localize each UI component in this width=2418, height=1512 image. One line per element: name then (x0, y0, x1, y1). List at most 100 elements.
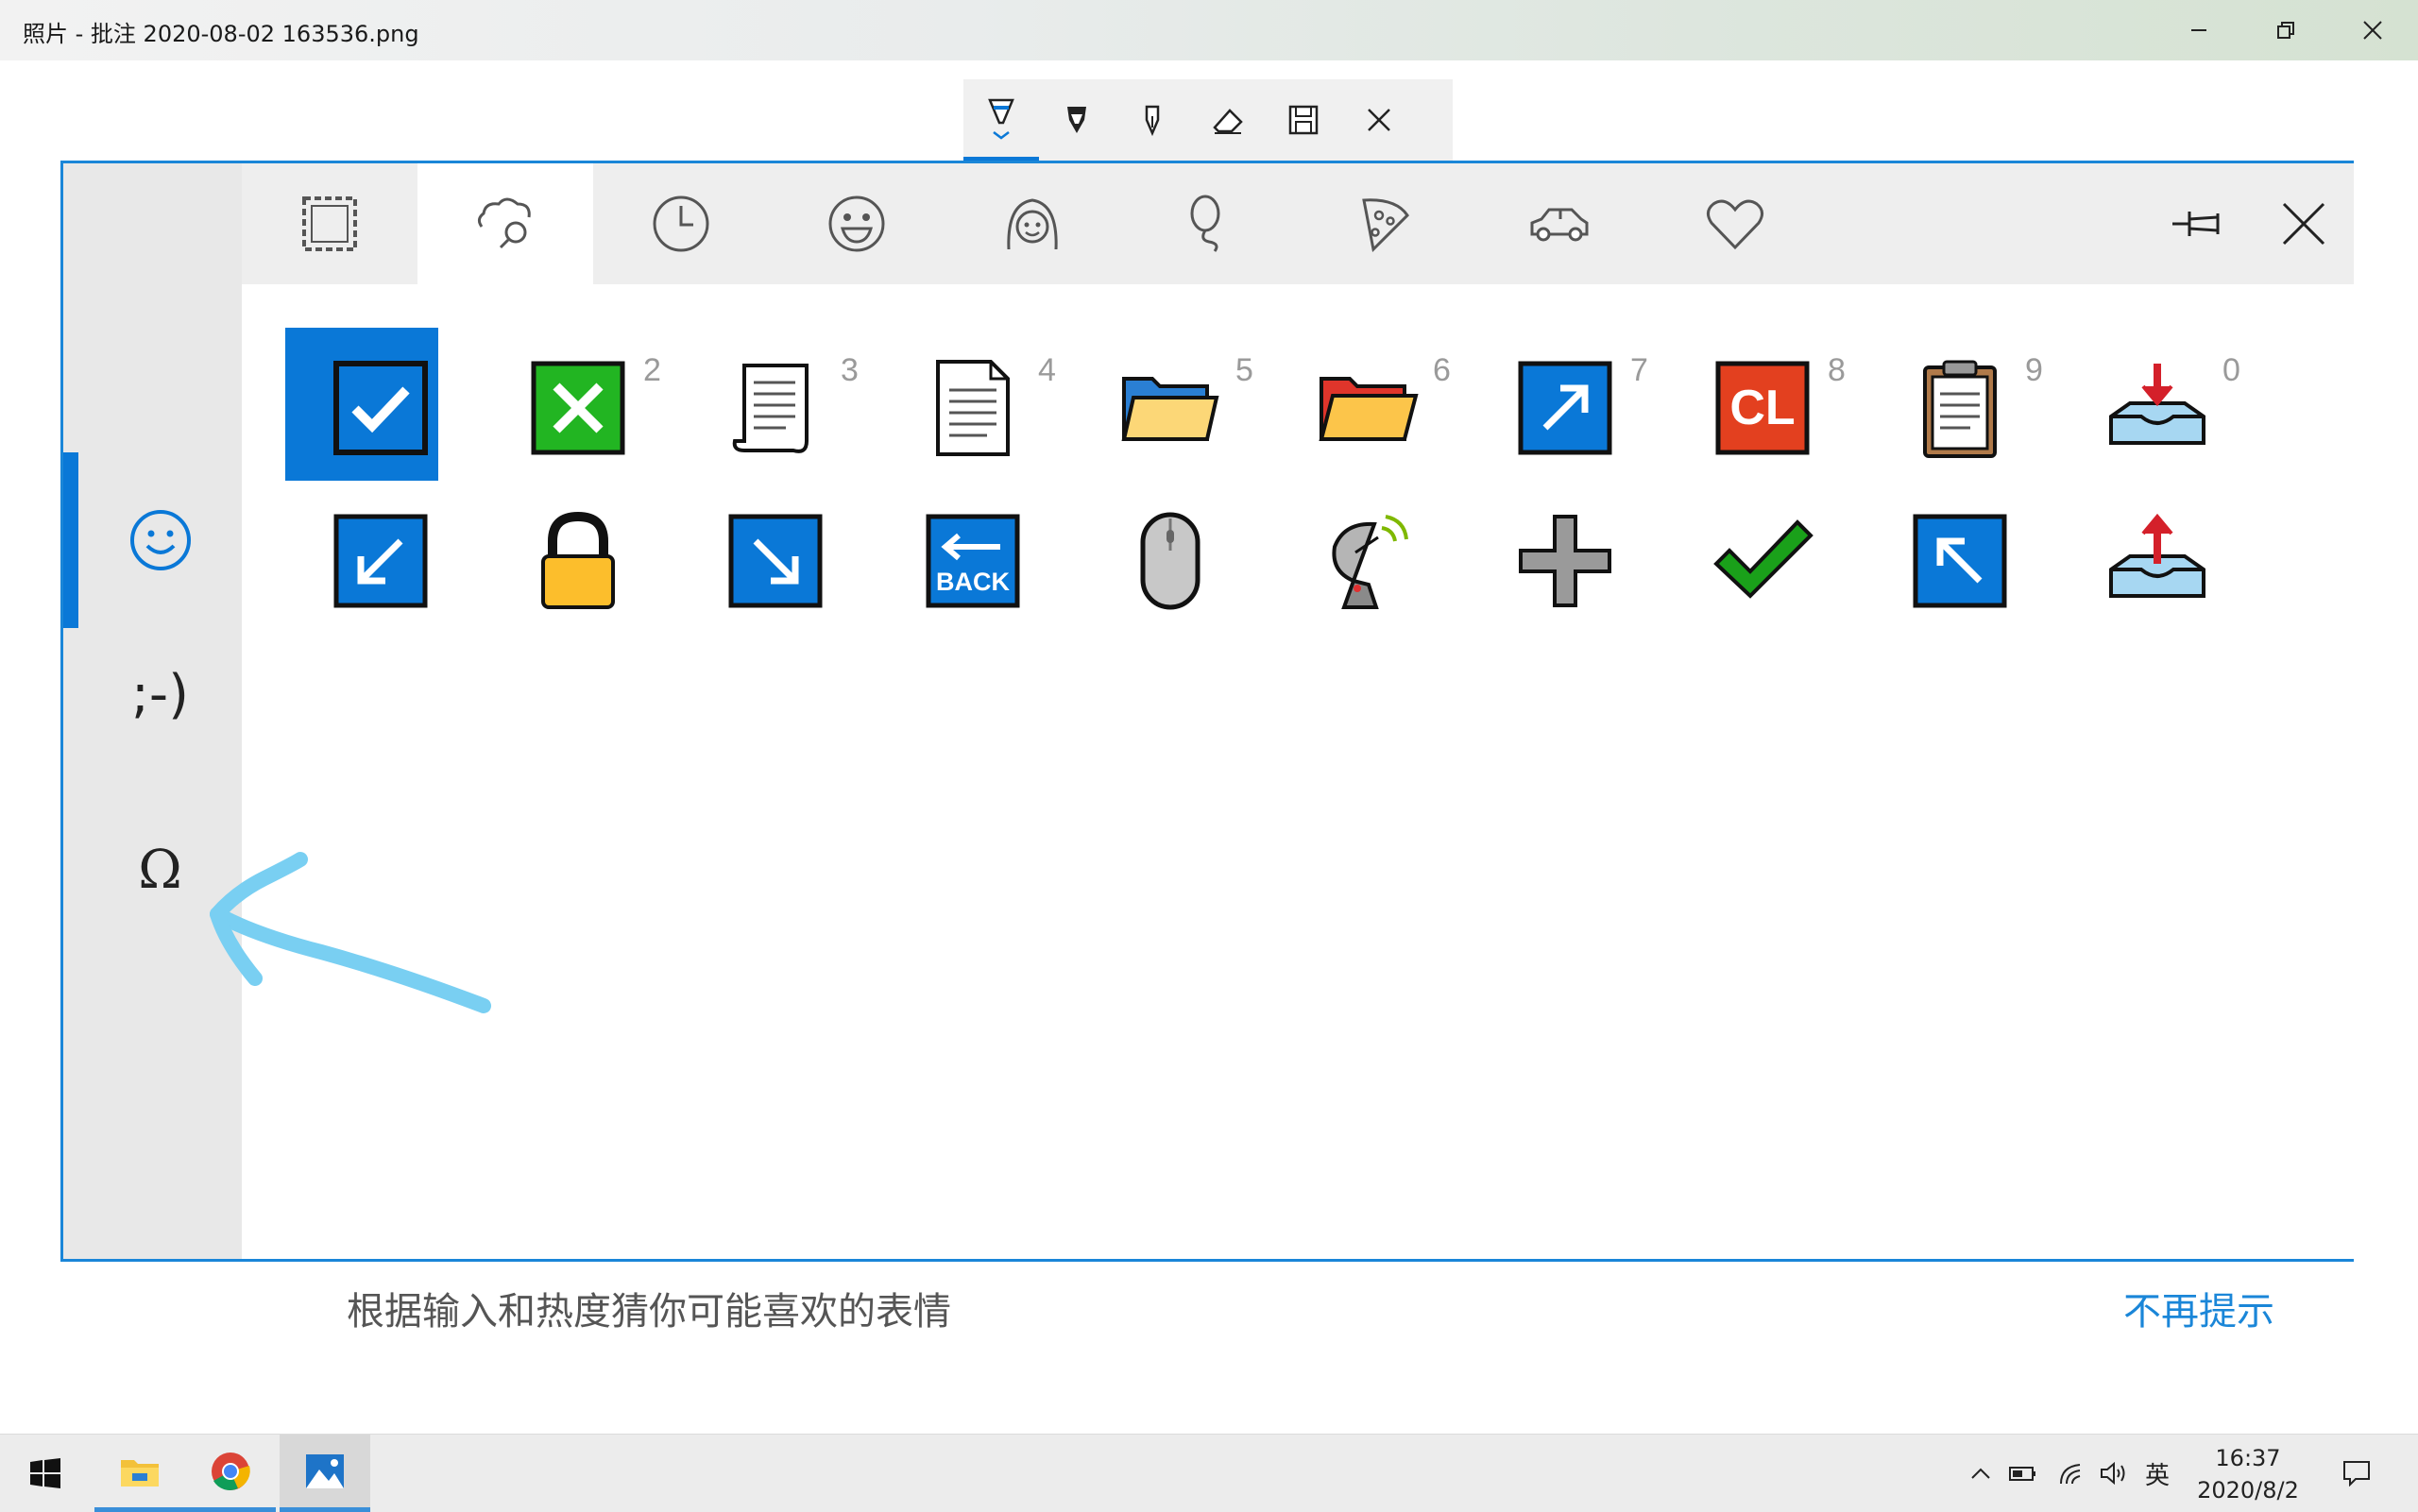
tab-search[interactable] (417, 163, 593, 284)
emoji-mode-tab[interactable] (78, 452, 242, 628)
tab-stamps[interactable] (242, 163, 417, 284)
shortcut-number: 9 (2025, 352, 2043, 388)
back-arrow-icon: BACK (926, 514, 1020, 608)
close-ink-button[interactable] (1341, 79, 1417, 161)
emoji-cell-6[interactable]: 6 (1272, 328, 1451, 481)
arrow-down-right-icon (728, 514, 823, 608)
calligraphy-pen-icon (1145, 105, 1160, 137)
search-icon (477, 197, 531, 249)
pencil-button[interactable] (1039, 79, 1115, 161)
shortcut-number: 7 (1630, 352, 1648, 388)
network-button[interactable] (2052, 1435, 2089, 1512)
lock-icon (541, 511, 615, 609)
tab-people[interactable] (945, 163, 1120, 284)
tab-hearts[interactable] (1647, 163, 1823, 284)
save-icon (1288, 105, 1319, 135)
balloon-icon (1190, 195, 1220, 252)
cl-text: CL (1729, 381, 1795, 435)
arrow-up-left-icon (1913, 514, 2007, 608)
emoji-cell-1[interactable]: 1 (285, 328, 464, 481)
shortcut-number: 3 (841, 352, 859, 388)
emoji-cell-16[interactable] (1272, 481, 1425, 634)
pin-button[interactable] (2150, 163, 2254, 284)
shortcut-number: 4 (1038, 352, 1056, 388)
photos-icon (306, 1453, 344, 1488)
heart-icon (1707, 199, 1763, 250)
start-button[interactable] (0, 1435, 91, 1512)
active-mode-indicator (63, 452, 78, 628)
battery-button[interactable] (2004, 1435, 2042, 1512)
emoji-cell-5[interactable]: 5 (1075, 328, 1253, 481)
ballpoint-pen-button[interactable] (963, 79, 1039, 161)
category-tabs (242, 163, 2354, 284)
emoji-cell-10[interactable]: 0 (2062, 328, 2240, 481)
volume-button[interactable] (2095, 1435, 2133, 1512)
close-icon (2282, 202, 2325, 246)
panel-mode-sidebar: ;-) Ω (63, 163, 242, 1259)
taskbar: 英 16:37 2020/8/2 (0, 1434, 2418, 1512)
wifi-icon (2060, 1464, 2081, 1485)
file-explorer-app[interactable] (94, 1435, 185, 1512)
emoji-cell-2[interactable]: 2 (483, 328, 661, 481)
emoji-cell-8[interactable]: CL 8 (1667, 328, 1846, 481)
emoji-cell-17[interactable] (1470, 481, 1623, 634)
pencil-icon (1067, 107, 1086, 133)
action-center-button[interactable] (2333, 1435, 2380, 1512)
title-bar: 照片 - 批注 2020-08-02 163536.png (0, 0, 2418, 60)
emoji-cell-20[interactable] (2062, 481, 2215, 634)
ballpoint-pen-icon (988, 98, 1014, 140)
input-method-indicator[interactable]: 英 (2138, 1435, 2176, 1512)
tab-smileys[interactable] (769, 163, 945, 284)
clock[interactable]: 16:37 2020/8/2 (2182, 1442, 2314, 1506)
show-hidden-icons-button[interactable] (1963, 1435, 1999, 1512)
minimize-button[interactable] (2155, 0, 2242, 60)
satellite-antenna-icon (1332, 515, 1408, 609)
dismiss-hint-link[interactable]: 不再提示 (2123, 1281, 2274, 1335)
photos-app[interactable] (280, 1435, 370, 1512)
emoji-cell-13[interactable] (680, 481, 833, 634)
symbols-mode-tab[interactable]: Ω (78, 823, 242, 917)
window-title: 照片 - 批注 2020-08-02 163536.png (23, 21, 419, 47)
close-panel-button[interactable] (2254, 163, 2354, 284)
emoji-cell-18[interactable] (1667, 481, 1820, 634)
clock-date: 2020/8/2 (2197, 1477, 2299, 1504)
save-button[interactable] (1266, 79, 1341, 161)
close-button[interactable] (2329, 0, 2416, 60)
emoji-cell-14[interactable]: BACK (877, 481, 1030, 634)
tab-food[interactable] (1296, 163, 1472, 284)
tab-celebrations[interactable] (1120, 163, 1296, 284)
chrome-app[interactable] (185, 1435, 276, 1512)
shortcut-number: 5 (1235, 352, 1253, 388)
shortcut-number: 0 (2222, 352, 2240, 388)
emoji-cell-7[interactable]: 7 (1470, 328, 1648, 481)
speaker-icon (2101, 1461, 2125, 1486)
kaomoji-mode-tab[interactable]: ;-) (78, 647, 242, 741)
emoji-cell-12[interactable] (483, 481, 636, 634)
emoji-cell-11[interactable] (285, 481, 438, 634)
close-icon (1368, 109, 1390, 131)
emoji-cell-19[interactable] (1865, 481, 2018, 634)
close-icon (2363, 21, 2382, 40)
emoji-panel: ;-) Ω 1 2 3 4 5 6 7 CL 8 9 0 BACK 根据输入和热… (60, 161, 2354, 1334)
calligraphy-pen-button[interactable] (1115, 79, 1190, 161)
ink-toolbar (963, 79, 1453, 161)
file-folder-icon (1121, 377, 1219, 441)
chevron-up-icon (1971, 1468, 1990, 1479)
check-mark-icon (1713, 519, 1814, 599)
emoji-cell-15[interactable] (1075, 481, 1228, 634)
page-curl-icon (732, 364, 809, 453)
tab-recent[interactable] (593, 163, 769, 284)
eraser-button[interactable] (1190, 79, 1266, 161)
emoji-cell-3[interactable]: 3 (680, 328, 859, 481)
emoji-grid: 1 2 3 4 5 6 7 CL 8 9 0 BACK 根据输入和热度猜你可能喜… (242, 284, 2354, 1334)
person-icon (1007, 198, 1058, 250)
restore-button[interactable] (2242, 0, 2329, 60)
shortcut-number: 1 (446, 352, 464, 388)
windows-start-icon (30, 1458, 60, 1488)
page-facing-up-icon (936, 360, 1010, 456)
emoji-cell-4[interactable]: 4 (877, 328, 1056, 481)
cross-mark-button-icon (531, 361, 625, 455)
tab-travel[interactable] (1472, 163, 1647, 284)
mouse-icon (1140, 512, 1200, 610)
emoji-cell-9[interactable]: 9 (1865, 328, 2043, 481)
